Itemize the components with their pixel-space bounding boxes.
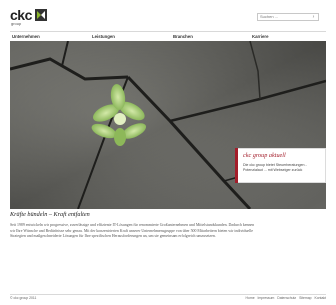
logo-wordmark: ckc <box>10 7 32 23</box>
nav-item-karriere[interactable]: Karriere <box>252 32 268 41</box>
logo-mark-icon <box>35 9 47 21</box>
search-box: › <box>257 13 319 21</box>
nav-item-branchen[interactable]: Branchen <box>173 32 193 41</box>
news-title[interactable]: ckc group aktuell <box>243 152 286 160</box>
page-headline: Kräfte bündeln – Kraft entfalten <box>10 211 90 218</box>
footer-link-kontakt[interactable]: Kontakt <box>315 296 327 300</box>
footer-link-home[interactable]: Home <box>246 296 255 300</box>
footer-link-sitemap[interactable]: Sitemap <box>299 296 311 300</box>
nav-item-leistungen[interactable]: Leistungen <box>92 32 115 41</box>
footer: © ckc group 2011 Home Impressum Datensch… <box>10 294 326 301</box>
footer-link-impressum[interactable]: Impressum <box>258 296 275 300</box>
news-text: Die ckc group bietet Steuerberatungen - … <box>243 163 307 172</box>
footer-link-datenschutz[interactable]: Datenschutz <box>277 296 296 300</box>
search-icon[interactable]: › <box>310 14 317 20</box>
company-logo[interactable]: ckc group <box>10 8 50 26</box>
hero-image <box>10 41 326 209</box>
search-input[interactable] <box>258 14 310 20</box>
copyright-text: © ckc group 2011 <box>10 296 37 300</box>
news-teaser-box[interactable]: ckc group aktuell Die ckc group bietet S… <box>235 148 326 183</box>
intro-paragraph: Seit 1989 entwickeln wir progressive, zu… <box>10 223 255 238</box>
logo-subtitle: group <box>11 21 22 26</box>
hero-stone-plant-image <box>10 41 326 209</box>
nav-item-unternehmen[interactable]: Unternehmen <box>12 32 40 41</box>
footer-links: Home Impressum Datenschutz Sitemap Konta… <box>244 296 326 301</box>
